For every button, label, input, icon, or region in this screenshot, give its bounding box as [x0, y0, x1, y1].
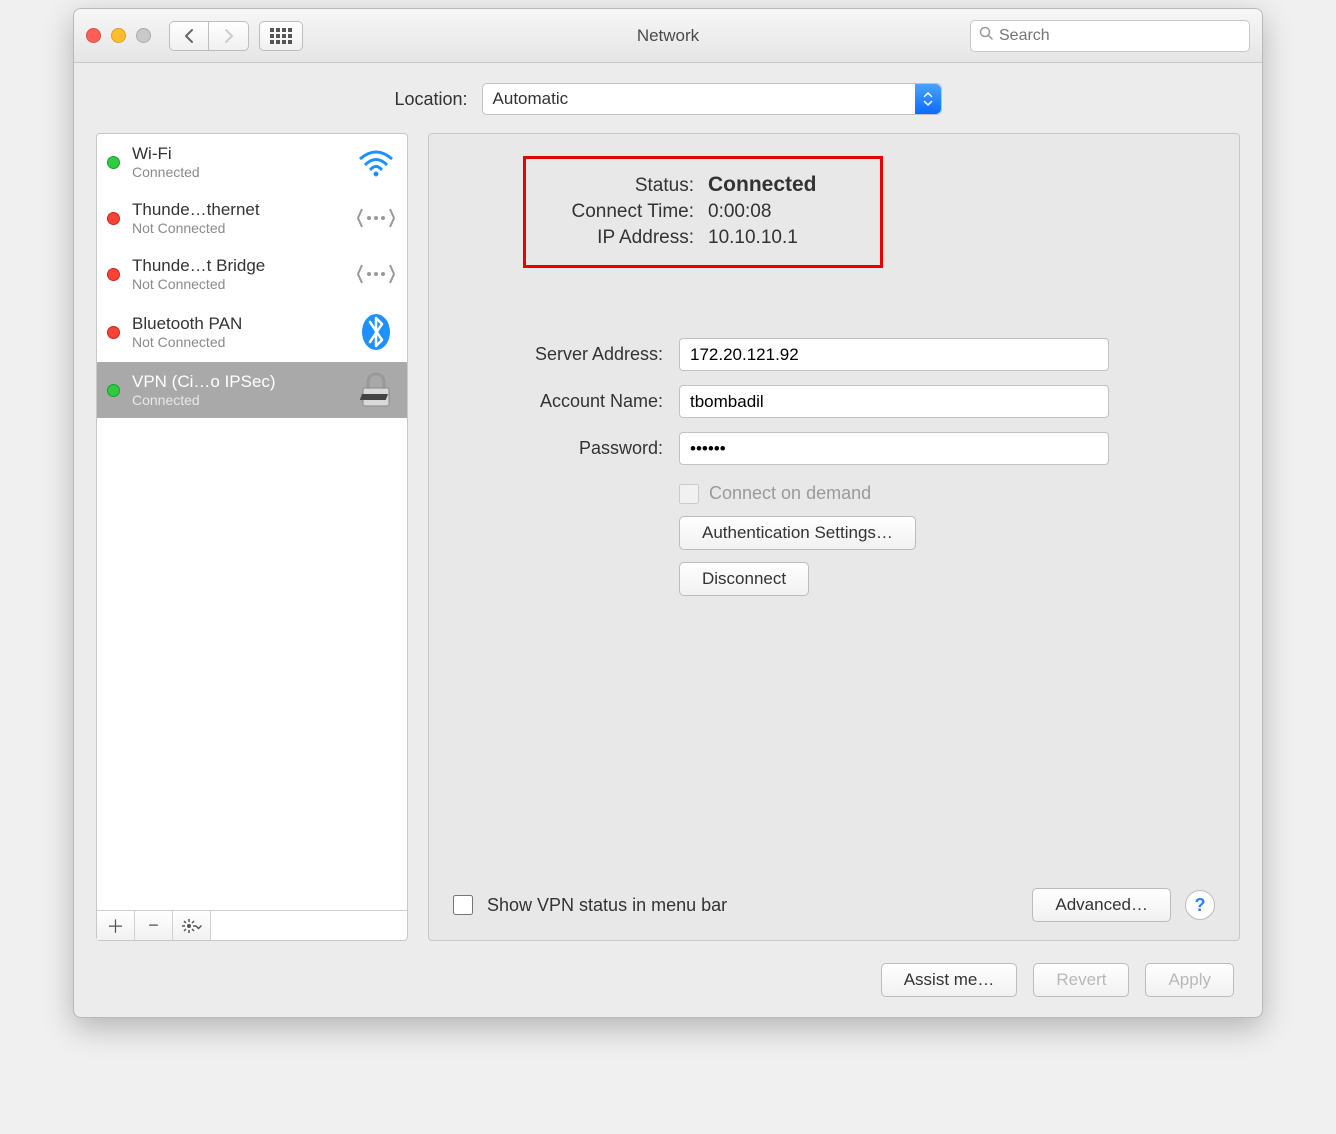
show-vpn-menubar-checkbox[interactable] [453, 895, 473, 915]
titlebar: Network [74, 9, 1262, 63]
server-address-label: Server Address: [453, 344, 663, 365]
wifi-icon [355, 147, 397, 177]
status-highlight-box: Status: Connected Connect Time: 0:00:08 … [523, 156, 883, 268]
interface-name: VPN (Ci…o IPSec) [132, 372, 343, 392]
assist-me-button[interactable]: Assist me… [881, 963, 1018, 997]
zoom-button[interactable] [136, 28, 151, 43]
bt-icon [355, 312, 397, 352]
status-dot [107, 212, 120, 225]
location-value: Automatic [493, 89, 569, 109]
main-area: Wi-FiConnectedThunde…thernetNot Connecte… [74, 133, 1262, 953]
revert-button[interactable]: Revert [1033, 963, 1129, 997]
location-select[interactable]: Automatic [482, 83, 942, 115]
connect-on-demand-checkbox[interactable] [679, 484, 699, 504]
network-preferences-window: Network Location: Automatic Wi-FiConnect… [73, 8, 1263, 1018]
status-dot [107, 268, 120, 281]
password-label: Password: [453, 438, 663, 459]
interface-sidebar: Wi-FiConnectedThunde…thernetNot Connecte… [96, 133, 408, 941]
status-dot [107, 384, 120, 397]
sidebar-item-thunde-thernet[interactable]: Thunde…thernetNot Connected [97, 190, 407, 246]
ip-label: IP Address: [544, 227, 694, 249]
bottom-action-row: Assist me… Revert Apply [74, 953, 1262, 1017]
eth-icon [355, 259, 397, 289]
sidebar-item-bluetooth-pan[interactable]: Bluetooth PANNot Connected [97, 302, 407, 362]
search-icon [979, 26, 993, 45]
sidebar-item-vpn-ci-o-ipsec-[interactable]: VPN (Ci…o IPSec)Connected [97, 362, 407, 418]
password-input[interactable] [679, 432, 1109, 465]
status-dot [107, 326, 120, 339]
connect-time-label: Connect Time: [544, 201, 694, 223]
select-stepper-icon [915, 84, 941, 114]
interface-status: Not Connected [132, 220, 343, 236]
authentication-settings-button[interactable]: Authentication Settings… [679, 516, 916, 550]
back-button[interactable] [169, 21, 209, 51]
grid-icon [270, 28, 292, 44]
help-button[interactable]: ? [1185, 890, 1215, 920]
account-name-label: Account Name: [453, 391, 663, 412]
server-address-input[interactable] [679, 338, 1109, 371]
interface-name: Thunde…thernet [132, 200, 343, 220]
location-row: Location: Automatic [74, 63, 1262, 133]
sidebar-item-wi-fi[interactable]: Wi-FiConnected [97, 134, 407, 190]
search-input[interactable] [999, 27, 1241, 45]
add-interface-button[interactable]: ＋ [97, 911, 135, 940]
eth-icon [355, 203, 397, 233]
gear-icon [182, 919, 202, 933]
apply-button[interactable]: Apply [1145, 963, 1234, 997]
disconnect-button[interactable]: Disconnect [679, 562, 809, 596]
interface-actions-button[interactable] [173, 911, 211, 940]
lock-icon [355, 372, 397, 408]
status-value: Connected [708, 173, 817, 197]
interface-name: Wi-Fi [132, 144, 343, 164]
interface-status: Connected [132, 164, 343, 180]
account-name-input[interactable] [679, 385, 1109, 418]
status-label: Status: [544, 175, 694, 197]
connect-on-demand-label: Connect on demand [709, 483, 871, 504]
minimize-button[interactable] [111, 28, 126, 43]
remove-interface-button[interactable]: − [135, 911, 173, 940]
interface-name: Bluetooth PAN [132, 314, 343, 334]
close-button[interactable] [86, 28, 101, 43]
search-field-wrap[interactable] [970, 20, 1250, 52]
ip-value: 10.10.10.1 [708, 227, 798, 249]
location-label: Location: [394, 89, 467, 110]
interface-list: Wi-FiConnectedThunde…thernetNot Connecte… [97, 134, 407, 910]
sidebar-item-thunde-t-bridge[interactable]: Thunde…t BridgeNot Connected [97, 246, 407, 302]
connect-time-value: 0:00:08 [708, 201, 771, 223]
show-vpn-menubar-label: Show VPN status in menu bar [487, 895, 727, 916]
interface-name: Thunde…t Bridge [132, 256, 343, 276]
window-controls [86, 28, 151, 43]
interface-status: Not Connected [132, 276, 343, 292]
interface-status: Not Connected [132, 334, 343, 350]
status-dot [107, 156, 120, 169]
detail-panel: Status: Connected Connect Time: 0:00:08 … [428, 133, 1240, 941]
forward-button[interactable] [209, 21, 249, 51]
sidebar-toolbar: ＋ − [97, 910, 407, 940]
show-all-button[interactable] [259, 21, 303, 51]
advanced-button[interactable]: Advanced… [1032, 888, 1171, 922]
interface-status: Connected [132, 392, 343, 408]
